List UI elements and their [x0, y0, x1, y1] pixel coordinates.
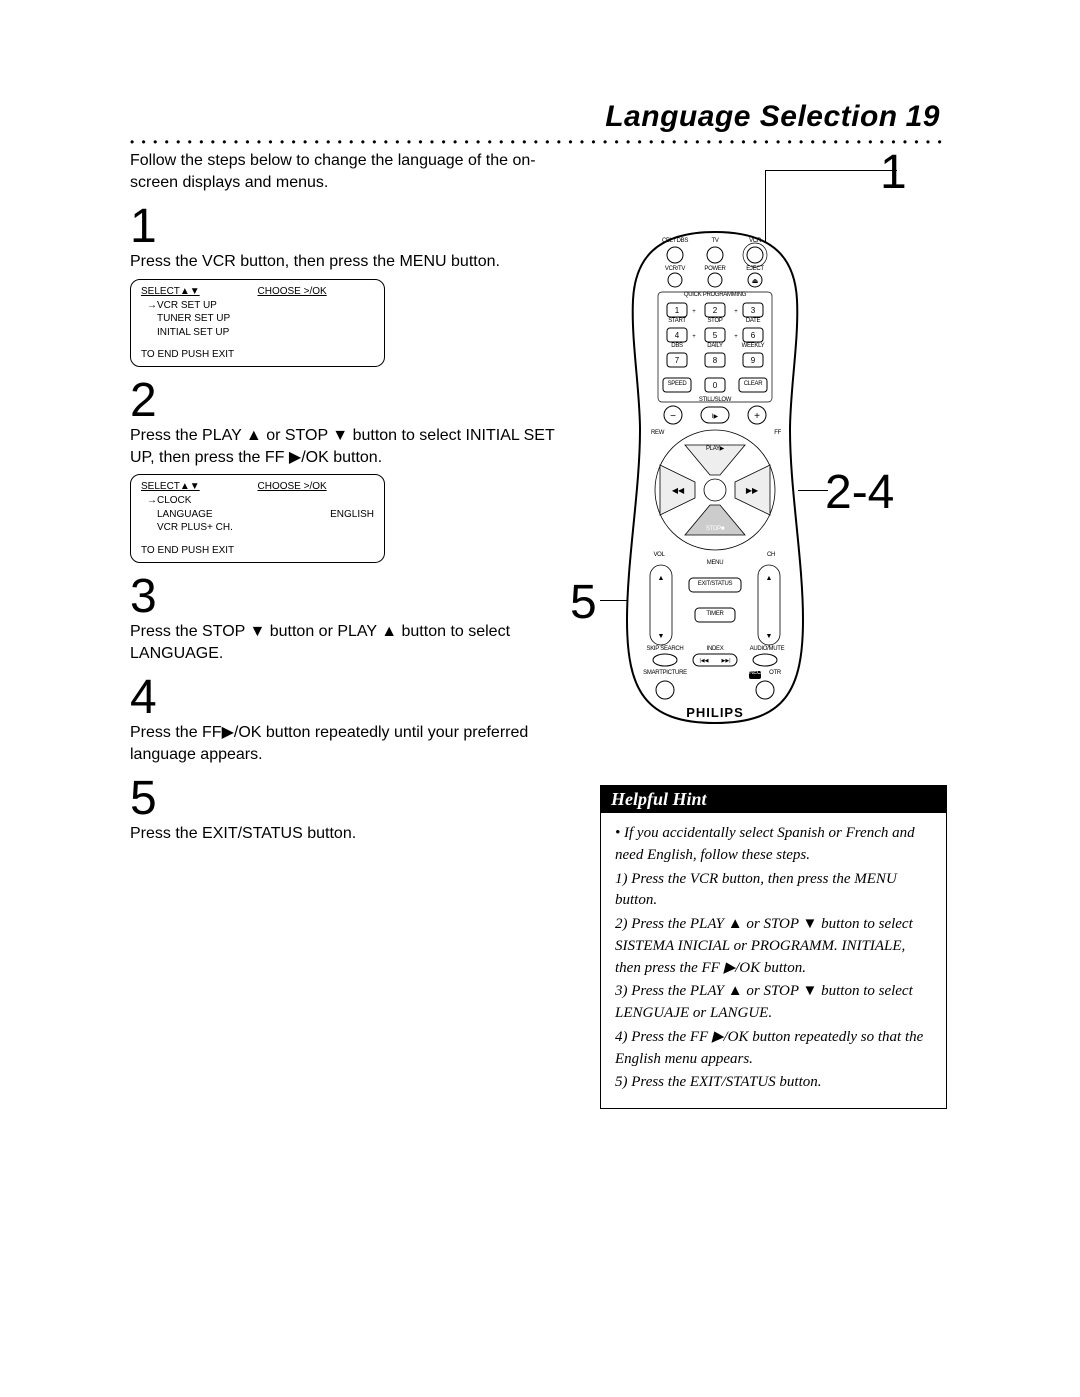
step-2-number: 2: [130, 377, 580, 425]
rc-label-vcr: VCR: [743, 238, 767, 244]
step-4-number: 4: [130, 674, 580, 722]
hint-line-1: • If you accidentally select Spanish or …: [615, 823, 932, 867]
callout-2-4: 2-4: [825, 465, 894, 520]
step-2-text: Press the PLAY ▲ or STOP ▼ button to sel…: [130, 425, 580, 468]
rc-label-stop-lbl: STOP: [703, 318, 727, 324]
rc-label-speed: SPEED: [663, 381, 691, 387]
hint-line-6: 5) Press the EXIT/STATUS button.: [615, 1072, 932, 1094]
rc-label-date: DATE: [741, 318, 765, 324]
rc-label-weekly: WEEKLY: [739, 343, 767, 349]
page-title: Language Selection 19: [605, 100, 940, 133]
rc-label-stillslow: STILL/SLOW: [685, 397, 745, 403]
rc-label-rec: REC: [747, 670, 763, 676]
osd2-footer: TO END PUSH EXIT: [141, 545, 374, 556]
osd2-item-2: LANGUAGEENGLISH: [147, 508, 374, 522]
hint-line-3: 2) Press the PLAY ▲ or STOP ▼ button to …: [615, 914, 932, 979]
rc-label-ff: FF: [757, 430, 781, 436]
rc-label-smart: SMARTPICTURE: [635, 670, 695, 676]
title-text: Language Selection: [605, 100, 897, 133]
step-5-text: Press the EXIT/STATUS button.: [130, 823, 580, 845]
rc-label-audio: AUDIO/MUTE: [741, 646, 793, 652]
helpful-hint-title: Helpful Hint: [601, 786, 946, 813]
osd1-footer: TO END PUSH EXIT: [141, 349, 374, 360]
rc-label-stop: STOP■: [695, 526, 735, 532]
rc-label-dbs: DBS: [665, 343, 689, 349]
divider-dots: • • • • • • • • • • • • • • • • • • • • …: [130, 135, 945, 149]
rc-label-vcrtv: VCR/TV: [661, 266, 689, 272]
rc-label-play: PLAY▶: [695, 445, 735, 452]
osd1-item-1: →VCR SET UP: [147, 299, 374, 313]
hint-line-5: 4) Press the FF ▶/OK button repeatedly s…: [615, 1027, 932, 1071]
rc-label-tv: TV: [703, 238, 727, 244]
rc-label-power: POWER: [701, 266, 729, 272]
rc-label-cbldbs: CBL / DBS: [657, 238, 693, 244]
step-4-text: Press the FF▶/OK button repeatedly until…: [130, 722, 580, 765]
rc-label-ch: CH: [759, 552, 783, 558]
rc-label-skip: SKIP SEARCH: [639, 646, 691, 652]
osd1-head-left: SELECT▲▼: [141, 286, 258, 297]
rc-label-eject: EJECT: [741, 266, 769, 272]
rc-label-start: START: [665, 318, 689, 324]
rc-label-vol: VOL: [647, 552, 671, 558]
osd2-item-3: VCR PLUS+ CH.: [147, 521, 374, 535]
intro-text: Follow the steps below to change the lan…: [130, 150, 580, 193]
rc-label-daily: DAILY: [703, 343, 727, 349]
remote-control-illustration: ⏏ 1 2 3 ++ 4 5 6 ++ 7 8 9: [625, 230, 805, 725]
osd2-head-right: CHOOSE >/OK: [258, 481, 375, 492]
rc-label-otr: OTR: [763, 670, 787, 676]
rc-label-rew: REW: [651, 430, 675, 436]
osd-screen-2: SELECT▲▼CHOOSE >/OK →CLOCK LANGUAGEENGLI…: [130, 474, 385, 563]
rc-label-timer: TIMER: [695, 611, 735, 617]
callout-1-line-h: [765, 170, 897, 171]
step-5-number: 5: [130, 775, 580, 823]
callout-5: 5: [570, 575, 597, 630]
osd1-head-right: CHOOSE >/OK: [258, 286, 375, 297]
step-1-number: 1: [130, 203, 580, 251]
hint-line-2: 1) Press the VCR button, then press the …: [615, 869, 932, 913]
osd1-item-3: INITIAL SET UP: [147, 326, 374, 340]
helpful-hint-box: Helpful Hint • If you accidentally selec…: [600, 785, 947, 1109]
hint-line-4: 3) Press the PLAY ▲ or STOP ▼ button to …: [615, 981, 932, 1025]
rc-label-quick: QUICK PROGRAMMING: [665, 292, 765, 298]
osd-screen-1: SELECT▲▼CHOOSE >/OK →VCR SET UP TUNER SE…: [130, 279, 385, 368]
rc-label-menu: MENU: [695, 560, 735, 566]
step-3-text: Press the STOP ▼ button or PLAY ▲ button…: [130, 621, 580, 664]
rc-label-clear: CLEAR: [739, 381, 767, 387]
osd2-item-1: →CLOCK: [147, 494, 374, 508]
page-number: 19: [906, 100, 940, 133]
rc-brand: PHILIPS: [625, 705, 805, 720]
osd2-head-left: SELECT▲▼: [141, 481, 258, 492]
callout-1: 1: [880, 145, 907, 200]
rc-label-index: INDEX: [695, 646, 735, 652]
osd1-item-2: TUNER SET UP: [147, 312, 374, 326]
step-1-text: Press the VCR button, then press the MEN…: [130, 251, 580, 273]
rc-label-exit: EXIT/STATUS: [687, 581, 743, 587]
step-3-number: 3: [130, 573, 580, 621]
